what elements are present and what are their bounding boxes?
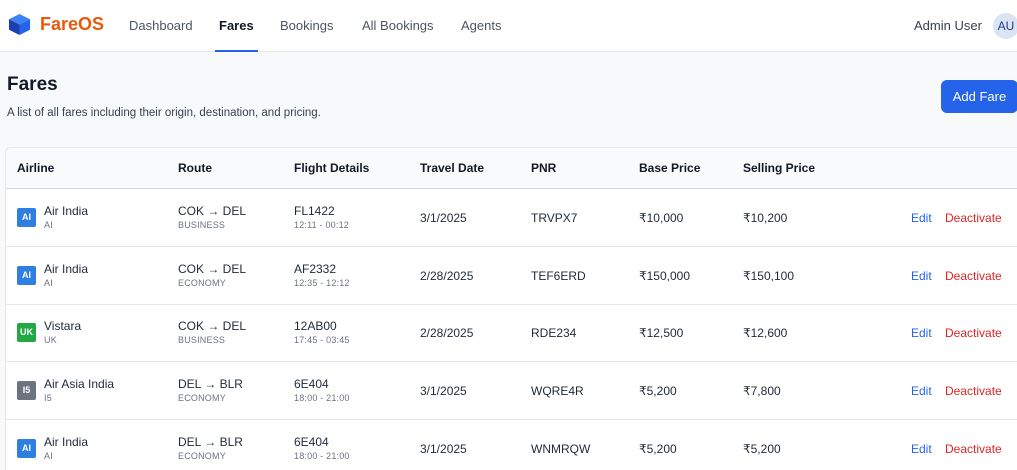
base-price: ₹5,200 xyxy=(639,442,677,456)
brand-logo[interactable]: FareOS xyxy=(8,13,104,36)
cabin-class: BUSINESS xyxy=(178,220,226,230)
flight-number: 6E404 xyxy=(294,435,329,449)
nav-all-bookings[interactable]: All Bookings xyxy=(362,0,434,52)
cabin-class: ECONOMY xyxy=(178,278,226,288)
travel-date: 3/1/2025 xyxy=(420,211,467,225)
page-title: Fares xyxy=(7,74,58,95)
airline-code-badge: AI xyxy=(17,208,36,227)
travel-date: 2/28/2025 xyxy=(420,269,474,283)
flight-times: 18:00 - 21:00 xyxy=(294,393,350,403)
selling-price: ₹150,100 xyxy=(743,269,795,283)
pnr: TEF6ERD xyxy=(531,269,586,283)
pnr: WNMRQW xyxy=(531,442,591,456)
pnr: WQRE4R xyxy=(531,384,584,398)
selling-price: ₹7,800 xyxy=(743,384,781,398)
column-header-pnr[interactable]: PNR xyxy=(531,148,556,189)
cabin-class: ECONOMY xyxy=(178,393,226,403)
deactivate-link[interactable]: Deactivate xyxy=(945,326,1002,340)
airline-code-badge: UK xyxy=(17,323,36,342)
pnr: RDE234 xyxy=(531,326,577,340)
airline-name: Air Asia India xyxy=(44,377,115,391)
add-fare-button[interactable]: Add Fare xyxy=(941,80,1017,113)
cube-logo-icon xyxy=(8,13,31,36)
edit-link[interactable]: Edit xyxy=(911,384,932,398)
deactivate-link[interactable]: Deactivate xyxy=(945,211,1002,225)
page-subtitle: A list of all fares including their orig… xyxy=(7,107,321,119)
column-header-flight-details[interactable]: Flight Details xyxy=(294,148,369,189)
column-header-travel-date[interactable]: Travel Date xyxy=(420,148,484,189)
route: COK → DEL xyxy=(178,262,247,276)
airline-code: AI xyxy=(44,451,53,461)
pnr: TRVPX7 xyxy=(531,211,578,225)
nav-dashboard[interactable]: Dashboard xyxy=(129,0,193,52)
edit-link[interactable]: Edit xyxy=(911,269,932,283)
base-price: ₹12,500 xyxy=(639,326,684,340)
airline-name: Air India xyxy=(44,204,89,218)
cabin-class: ECONOMY xyxy=(178,451,226,461)
airline-code: AI xyxy=(44,278,53,288)
user-name[interactable]: Admin User xyxy=(914,0,982,52)
selling-price: ₹12,600 xyxy=(743,326,788,340)
flight-times: 17:45 - 03:45 xyxy=(294,335,350,345)
edit-link[interactable]: Edit xyxy=(911,442,932,456)
flight-times: 18:00 - 21:00 xyxy=(294,451,350,461)
table-row[interactable]: UK Vistara UK COK → DEL BUSINESS 12AB00 17:45 … xyxy=(6,304,1017,362)
deactivate-link[interactable]: Deactivate xyxy=(945,442,1002,456)
base-price: ₹150,000 xyxy=(639,269,691,283)
route: DEL → BLR xyxy=(178,435,243,449)
flight-number: AF2332 xyxy=(294,262,337,276)
route: DEL → BLR xyxy=(178,377,243,391)
flight-number: FL1422 xyxy=(294,204,335,218)
avatar[interactable]: AU xyxy=(993,13,1017,39)
airline-code-badge: AI xyxy=(17,439,36,458)
airline-name: Air India xyxy=(44,262,89,276)
airline-code-badge: AI xyxy=(17,266,36,285)
base-price: ₹10,000 xyxy=(639,211,684,225)
airline-code: I5 xyxy=(44,393,52,403)
table-row[interactable]: I5 Air Asia India I5 DEL → BLR ECONOMY 6E404 1… xyxy=(6,362,1017,420)
travel-date: 2/28/2025 xyxy=(420,326,474,340)
cabin-class: BUSINESS xyxy=(178,335,226,345)
nav-agents[interactable]: Agents xyxy=(461,0,501,52)
flight-times: 12:11 - 00:12 xyxy=(294,220,349,230)
travel-date: 3/1/2025 xyxy=(420,384,467,398)
selling-price: ₹5,200 xyxy=(743,442,781,456)
deactivate-link[interactable]: Deactivate xyxy=(945,384,1002,398)
selling-price: ₹10,200 xyxy=(743,211,788,225)
airline-name: Air India xyxy=(44,435,89,449)
brand-name: FareOS xyxy=(40,14,105,34)
airline-code: AI xyxy=(44,220,53,230)
table-row[interactable]: AI Air India AI COK → DEL BUSINESS FL1422 12:1… xyxy=(6,189,1017,247)
table-header: Airline Route Flight Details Travel Date… xyxy=(6,148,1017,189)
travel-date: 3/1/2025 xyxy=(420,442,467,456)
airline-code: UK xyxy=(44,335,57,345)
edit-link[interactable]: Edit xyxy=(911,211,932,225)
column-header-base-price[interactable]: Base Price xyxy=(639,148,700,189)
table-row[interactable]: AI Air India AI COK → DEL ECONOMY AF2332 12:35… xyxy=(6,247,1017,305)
route: COK → DEL xyxy=(178,319,247,333)
nav-fares[interactable]: Fares xyxy=(215,0,258,52)
column-header-route[interactable]: Route xyxy=(178,148,212,189)
flight-number: 6E404 xyxy=(294,377,329,391)
deactivate-link[interactable]: Deactivate xyxy=(945,269,1002,283)
nav-bookings[interactable]: Bookings xyxy=(280,0,333,52)
fares-table: Airline Route Flight Details Travel Date… xyxy=(5,147,1017,470)
flight-times: 12:35 - 12:12 xyxy=(294,278,350,288)
top-navbar: FareOS Dashboard Fares Bookings All Book… xyxy=(0,0,1017,52)
airline-name: Vistara xyxy=(44,319,82,333)
flight-number: 12AB00 xyxy=(294,319,337,333)
base-price: ₹5,200 xyxy=(639,384,677,398)
column-header-selling-price[interactable]: Selling Price xyxy=(743,148,815,189)
edit-link[interactable]: Edit xyxy=(911,326,932,340)
table-row[interactable]: AI Air India AI DEL → BLR ECONOMY 6E404 18:00 … xyxy=(6,420,1017,470)
airline-code-badge: I5 xyxy=(17,381,36,400)
column-header-airline[interactable]: Airline xyxy=(17,148,54,189)
route: COK → DEL xyxy=(178,204,247,218)
